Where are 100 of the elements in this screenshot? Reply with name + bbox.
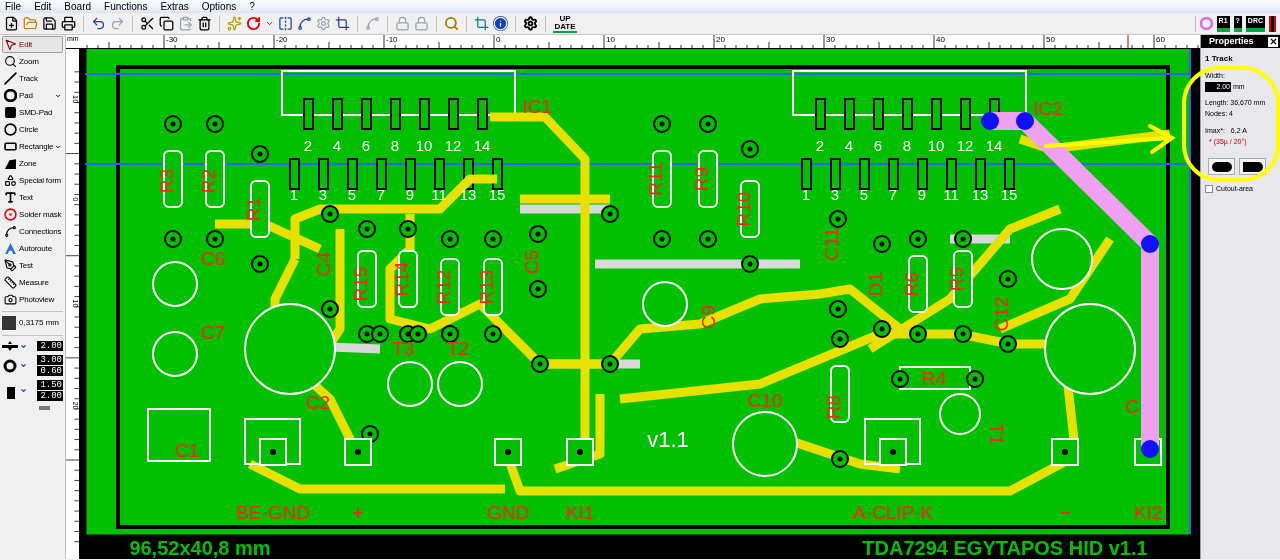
save-icon[interactable] [42,16,57,31]
connector-label: KI2 [1133,502,1163,523]
component-label: T2 [446,338,470,359]
component-label: C7 [200,322,226,343]
caret-icon[interactable] [265,19,274,28]
pin-number: 7 [376,186,386,203]
camera-icon [4,293,17,306]
pin-number: 5 [347,186,357,203]
component-label: R6 [901,271,922,297]
component-label: R12 [433,269,454,305]
smd-width-field[interactable]: 1.50 [37,380,63,390]
pin-number: 8 [390,137,400,154]
caret-icon[interactable] [20,342,27,350]
pin-number: 15 [1000,186,1018,203]
search-icon[interactable] [444,16,459,31]
pin-number: 10 [927,137,945,154]
tool-button[interactable]: Measure [2,274,63,291]
tool-button[interactable]: Connections [2,223,63,240]
tool-button[interactable]: Circle [2,121,63,138]
pin-number: 15 [488,186,506,203]
solder-mask-icon [4,208,17,221]
pin-number: 14 [473,137,491,154]
rectangle-icon [4,140,17,153]
letter-a-icon [4,242,17,255]
menu-item[interactable]: Board [64,0,92,14]
tool-button[interactable]: Test [2,257,63,274]
menu-item[interactable]: ? [249,0,255,14]
caret-icon[interactable] [20,362,27,369]
tool-button[interactable]: SMD-Pad [2,104,63,121]
tool-button[interactable]: Zoom [2,53,63,70]
component-label: T3 [391,338,415,359]
component-label: R10 [733,191,754,227]
menu-item[interactable]: File [5,0,22,14]
component-label: R14 [391,261,412,297]
round-end-button[interactable] [1208,158,1235,175]
selection-heading: 1 Track [1205,54,1234,64]
pin-number: 14 [985,137,1003,154]
component-label: D1 [865,271,886,297]
pin-number: 13 [971,186,989,203]
connector-label: GND [486,502,530,523]
menu-item[interactable]: Extras [160,0,189,14]
mirror-icon[interactable] [278,16,293,31]
undo-icon[interactable] [91,16,106,31]
square-end-button[interactable] [1239,158,1266,175]
info-icon[interactable] [493,16,508,31]
drill-size-field[interactable]: 0.60 [37,366,63,376]
component-label: R4 [921,368,947,389]
pin-number: 4 [332,137,342,154]
rotate-icon[interactable] [246,16,261,31]
component-label: R8 [823,394,844,420]
pointer-icon [4,38,17,51]
close-button[interactable] [1268,36,1278,47]
line-icon [4,72,17,85]
update-button[interactable]: UP DATE [553,14,577,33]
trash-icon[interactable] [197,16,212,31]
pin-number: 11 [431,186,447,203]
tool-button[interactable]: Text [2,189,63,206]
pin-number: 3 [830,186,840,203]
pad-diameter-field[interactable]: 3.00 [37,355,63,365]
tool-button[interactable]: Special form [2,172,63,189]
copy-icon[interactable] [159,16,174,31]
pin-number: 13 [459,186,477,203]
text-tool-icon [4,191,17,204]
component-label: C11 [821,227,842,261]
pin-number: 6 [361,137,371,154]
smd-height-field[interactable]: 2.00 [37,391,63,401]
menu-item[interactable]: Options [201,0,237,14]
tool-button[interactable]: Photoview [2,291,63,308]
circle-icon [4,123,17,136]
component-label: IC1 [522,96,552,117]
version-mark: v1.1 [647,427,689,452]
tool-button[interactable]: Zone [2,155,63,172]
menu-item[interactable]: Edit [34,0,52,14]
tool-button[interactable]: Rectangle [2,138,63,155]
tool-button[interactable]: Track [2,70,63,87]
component-label: R2 [198,168,219,194]
pin-number: 2 [815,137,825,154]
connections-icon [4,225,17,238]
caret-icon[interactable] [55,144,61,150]
tool-button[interactable]: Pad [2,87,63,104]
pin-number: 8 [902,137,912,154]
marker-icon[interactable] [1269,15,1276,32]
board-size-text: 96,52x40,8 mm [129,537,271,559]
tool-button[interactable]: Solder mask [2,206,63,223]
cut-icon[interactable] [140,16,155,31]
pin-number: 1 [801,186,811,203]
menu-item[interactable]: Functions [104,0,148,14]
connector-label: KI1 [565,502,595,523]
connector-label: − [1059,502,1071,523]
track-width-field[interactable]: 2.00 [37,341,63,351]
print-icon[interactable] [61,16,76,31]
new-file-icon[interactable] [4,16,19,31]
pin-number: 9 [405,186,415,203]
cutout-checkbox[interactable] [1205,185,1213,193]
caret-icon[interactable] [20,387,27,394]
crop-icon[interactable] [474,16,489,31]
pin-number: 7 [888,186,898,203]
tool-button[interactable]: Autoroute [2,240,63,257]
tool-button[interactable]: Edit [2,36,63,53]
caret-icon[interactable] [55,93,61,99]
